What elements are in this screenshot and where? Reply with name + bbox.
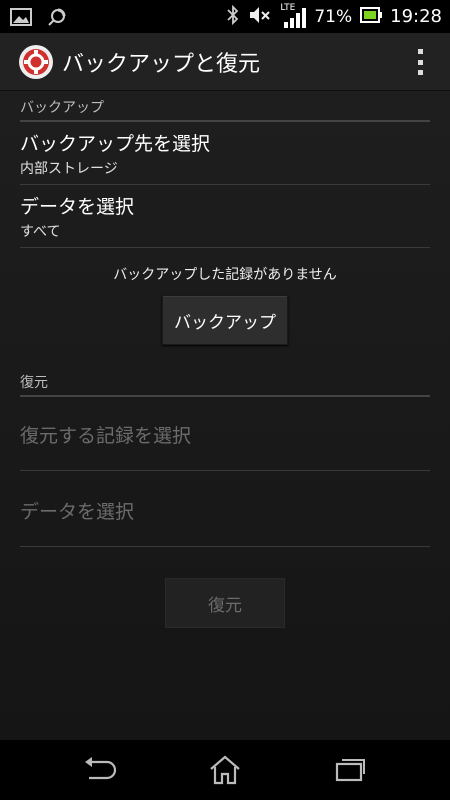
restore-data-title: データを選択 <box>20 501 135 523</box>
bluetooth-icon <box>226 4 240 30</box>
backup-restore-app-icon[interactable] <box>18 44 54 80</box>
backup-destination-item[interactable]: バックアップ先を選択 内部ストレージ <box>20 129 430 185</box>
restore-section-header: 復元 <box>20 372 430 397</box>
navigation-bar <box>0 740 450 800</box>
no-records-text: バックアップした記録がありません <box>113 267 337 283</box>
sync-icon <box>46 6 68 32</box>
clock: 19:28 <box>390 6 442 27</box>
backup-button[interactable]: バックアップ <box>162 295 288 345</box>
backup-data-item[interactable]: データを選択 すべて <box>20 192 430 248</box>
signal-icon: LTE <box>280 3 307 29</box>
mute-icon <box>248 4 272 30</box>
backup-destination-title: バックアップ先を選択 <box>20 133 211 155</box>
status-bar: LTE 71% 19:28 <box>0 0 450 33</box>
gallery-icon <box>10 7 32 31</box>
backup-section-header: バックアップ <box>20 97 430 122</box>
home-icon[interactable] <box>205 752 245 788</box>
battery-icon <box>360 6 383 27</box>
backup-data-title: データを選択 <box>20 196 135 218</box>
backup-destination-summary: 内部ストレージ <box>20 161 118 177</box>
restore-record-item[interactable]: 復元する記録を選択 <box>20 407 430 471</box>
restore-data-item[interactable]: データを選択 <box>20 483 430 547</box>
restore-button[interactable]: 復元 <box>165 578 285 628</box>
overflow-menu-icon[interactable] <box>410 47 430 77</box>
page-title: バックアップと復元 <box>62 52 261 77</box>
restore-record-title: 復元する記録を選択 <box>20 425 192 447</box>
recent-apps-icon[interactable] <box>330 752 370 788</box>
content-area: バックアップ バックアップ先を選択 内部ストレージ データを選択 すべて バック… <box>0 91 450 740</box>
back-icon[interactable] <box>80 752 120 788</box>
action-bar: バックアップと復元 <box>0 33 450 91</box>
battery-percent: 71% <box>314 6 353 27</box>
backup-data-summary: すべて <box>20 224 61 240</box>
